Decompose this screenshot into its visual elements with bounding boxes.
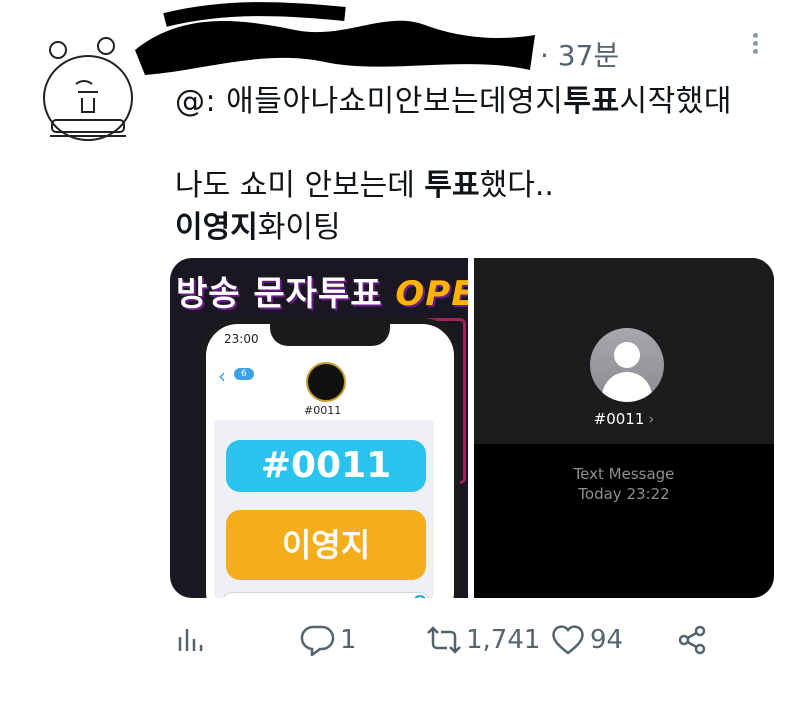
analytics-icon — [178, 629, 203, 651]
quoted-text-part: @: 애들아나쇼미안보는데영지 — [175, 84, 564, 119]
send-arrow-icon: ↑ — [413, 595, 427, 598]
phone-message-input: ↑ — [222, 592, 430, 598]
phone-back-badge: 6 — [234, 368, 254, 380]
contact-number: #0011 › — [474, 410, 774, 428]
quoted-text-part: 시작했대 — [619, 84, 732, 119]
body-text: 했다.. — [479, 168, 554, 203]
like-button[interactable]: 94 — [550, 620, 623, 660]
retweet-count: 1,741 — [466, 625, 541, 655]
message-type: Text Message — [573, 465, 675, 483]
redacted-username — [135, 2, 535, 75]
phone-contact-label: #0011 — [304, 404, 342, 417]
reply-button[interactable]: 1 — [300, 620, 357, 660]
phone-time: 23:00 — [224, 332, 259, 346]
body-text-bold: 이영지 — [175, 210, 258, 245]
media-image-left[interactable]: 방송 문자투표 OPE 23:00 ‹ 6 #0011 #0011 이영지 ↑ — [170, 258, 468, 598]
reply-icon — [300, 625, 335, 656]
contact-number-text: #0011 — [593, 410, 645, 428]
body-text: 나도 쇼미 안보는데 — [175, 168, 425, 203]
share-button[interactable] — [676, 620, 708, 660]
retweet-button[interactable]: 1,741 — [424, 620, 540, 660]
more-icon[interactable] — [748, 30, 762, 60]
quoted-text: @: 애들아나쇼미안보는데영지투표시작했대 — [175, 76, 732, 120]
phone-notch — [270, 318, 390, 346]
body-text-bold: 투표 — [424, 168, 480, 203]
analytics-button[interactable] — [176, 620, 206, 660]
message-meta: Text Message Today 23:22 — [474, 464, 774, 504]
share-icon — [678, 625, 706, 655]
tweet-timestamp[interactable]: · 37분 — [540, 34, 619, 74]
tweet-body-line1: 나도 쇼미 안보는데 투표했다.. — [175, 160, 554, 204]
chevron-right-icon: › — [648, 410, 655, 428]
retweet-icon — [427, 626, 461, 654]
tweet-media[interactable]: 방송 문자투표 OPE 23:00 ‹ 6 #0011 #0011 이영지 ↑ … — [170, 258, 774, 598]
contact-avatar-icon — [590, 328, 664, 402]
tweet-body-line2: 이영지화이팅 — [175, 202, 341, 246]
avatar[interactable] — [38, 36, 138, 146]
phone-message-area: #0011 이영지 ↑ — [214, 420, 434, 598]
reply-count: 1 — [340, 625, 357, 655]
body-text: 화이팅 — [257, 210, 341, 245]
quoted-text-bold: 투표 — [563, 84, 620, 119]
media-image-right[interactable]: #0011 › Text Message Today 23:22 — [474, 258, 774, 598]
message-time: Today 23:22 — [578, 485, 670, 503]
phone-mockup: 23:00 ‹ 6 #0011 #0011 이영지 ↑ — [200, 318, 460, 598]
heart-icon — [552, 625, 584, 655]
like-count: 94 — [590, 625, 624, 655]
message-bubble-code: #0011 — [226, 440, 426, 492]
back-chevron-icon: ‹ — [218, 364, 226, 388]
vote-banner: 방송 문자투표 OPE — [176, 266, 468, 315]
banner-accent: OPE — [395, 274, 468, 314]
show-logo-icon — [306, 362, 346, 402]
banner-text: 방송 문자투표 — [176, 274, 383, 314]
message-bubble-name: 이영지 — [226, 510, 426, 580]
